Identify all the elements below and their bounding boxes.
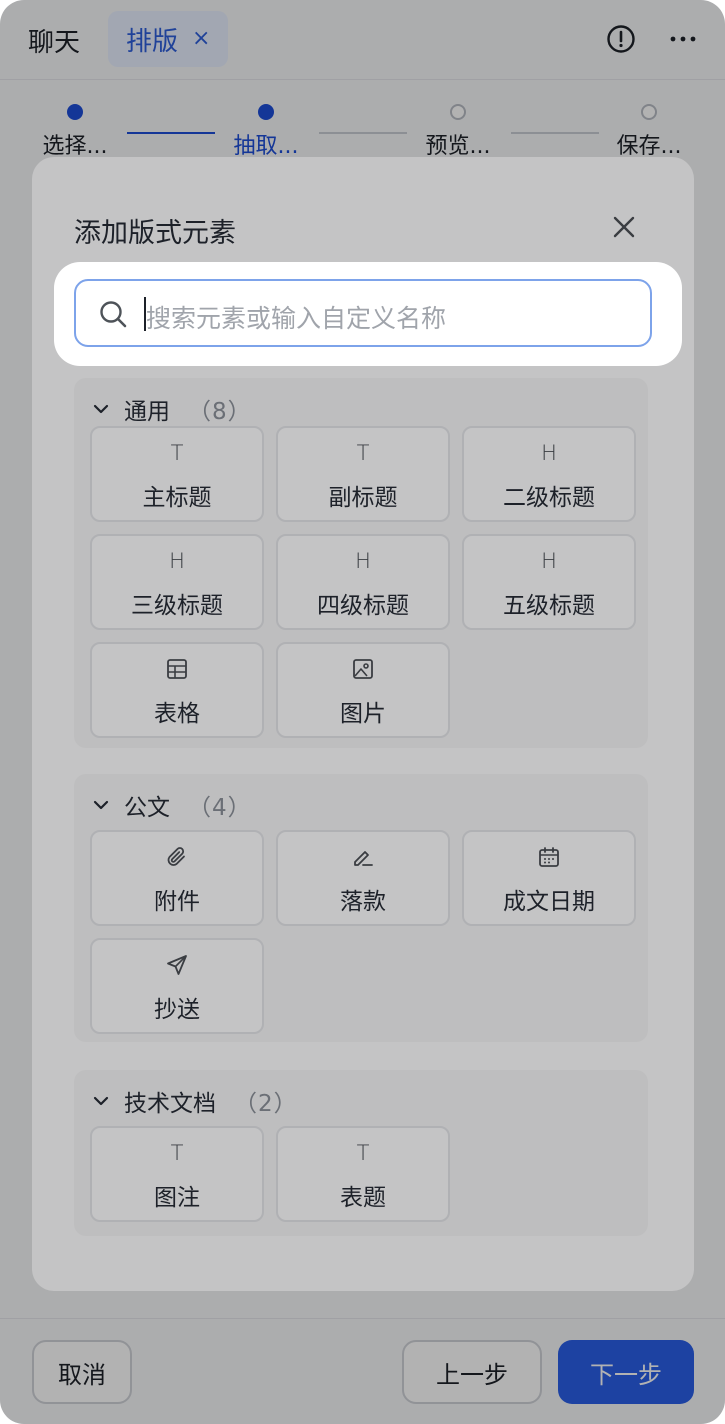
- element-card-cc[interactable]: 抄送: [90, 938, 264, 1034]
- element-card-date[interactable]: 成文日期: [462, 830, 636, 926]
- table-icon: [167, 659, 187, 679]
- add-layout-element-dialog: 添加版式元素 搜索元素或输入自定义名称 通用 （8） T 主标题 T 副标题 H…: [32, 157, 694, 1291]
- section-title: 技术文档: [124, 1091, 216, 1117]
- section-general: 通用 （8） T 主标题 T 副标题 H 二级标题 H 三级标题 H 四级标题 …: [74, 378, 648, 748]
- element-card-label: 副标题: [328, 485, 398, 511]
- element-card-h3[interactable]: H 三级标题: [90, 534, 264, 630]
- element-card-h2[interactable]: H 二级标题: [462, 426, 636, 522]
- send-icon: [167, 955, 187, 975]
- element-card-subtitle[interactable]: T 副标题: [276, 426, 450, 522]
- element-card-h4[interactable]: H 四级标题: [276, 534, 450, 630]
- section-header[interactable]: 技术文档 （2）: [92, 1084, 298, 1118]
- heading-icon: H: [541, 549, 557, 573]
- pen-icon: [354, 851, 373, 866]
- calendar-icon: [539, 847, 559, 867]
- heading-icon: H: [541, 441, 557, 465]
- element-card-label: 表题: [340, 1185, 386, 1211]
- element-card-label: 抄送: [154, 997, 200, 1023]
- section-count: （2）: [234, 1091, 298, 1117]
- text-icon: T: [170, 441, 184, 465]
- element-card-h5[interactable]: H 五级标题: [462, 534, 636, 630]
- element-card-label: 四级标题: [317, 593, 409, 619]
- element-card-label: 三级标题: [131, 593, 223, 619]
- element-card-label: 主标题: [142, 485, 212, 511]
- element-card-table-caption[interactable]: T 表题: [276, 1126, 450, 1222]
- section-count: （4）: [188, 795, 252, 821]
- element-card-label: 成文日期: [503, 889, 595, 915]
- section-official-document: 公文 （4） 附件 落款 成文日期 抄送: [74, 774, 648, 1042]
- element-card-label: 图片: [340, 701, 386, 727]
- text-icon: T: [356, 1141, 370, 1165]
- element-card-attachment[interactable]: 附件: [90, 830, 264, 926]
- element-card-label: 落款: [340, 889, 386, 915]
- element-card-label: 表格: [154, 701, 200, 727]
- chevron-down-icon: [93, 800, 109, 810]
- element-card-label: 二级标题: [503, 485, 595, 511]
- element-card-table[interactable]: 表格: [90, 642, 264, 738]
- dialog-title: 添加版式元素: [74, 218, 236, 249]
- search-icon: [100, 301, 127, 328]
- element-card-image[interactable]: 图片: [276, 642, 450, 738]
- section-header[interactable]: 公文 （4）: [92, 788, 252, 822]
- section-header[interactable]: 通用 （8）: [92, 392, 252, 426]
- search-input[interactable]: 搜索元素或输入自定义名称: [74, 279, 652, 347]
- image-icon: [353, 659, 373, 679]
- element-card-figure-caption[interactable]: T 图注: [90, 1126, 264, 1222]
- text-icon: T: [170, 1141, 184, 1165]
- paperclip-icon: [167, 847, 185, 866]
- element-card-label: 五级标题: [503, 593, 595, 619]
- search-highlight: 搜索元素或输入自定义名称: [54, 262, 682, 366]
- element-card-label: 附件: [154, 889, 200, 915]
- section-title: 公文: [124, 795, 170, 821]
- element-card-main-title[interactable]: T 主标题: [90, 426, 264, 522]
- chevron-down-icon: [93, 1096, 109, 1106]
- heading-icon: H: [169, 549, 185, 573]
- section-technical-document: 技术文档 （2） T 图注 T 表题: [74, 1070, 648, 1236]
- element-card-signature[interactable]: 落款: [276, 830, 450, 926]
- element-card-label: 图注: [154, 1185, 200, 1211]
- section-count: （8）: [188, 399, 252, 425]
- chevron-down-icon: [93, 404, 109, 414]
- close-icon[interactable]: [610, 213, 638, 241]
- heading-icon: H: [355, 549, 371, 573]
- search-placeholder: 搜索元素或输入自定义名称: [146, 304, 447, 333]
- text-icon: T: [356, 441, 370, 465]
- section-title: 通用: [124, 399, 170, 425]
